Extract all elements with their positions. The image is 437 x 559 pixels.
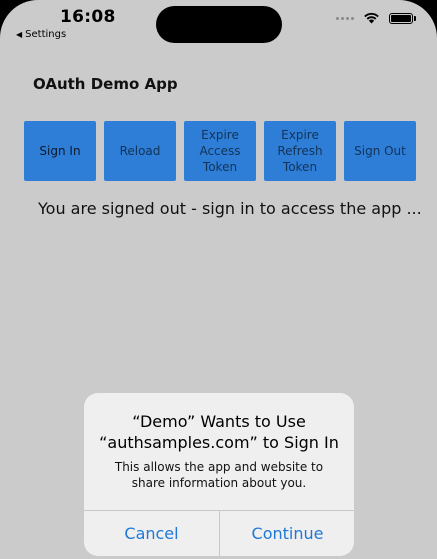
expire-refresh-token-button[interactable]: Expire Refresh Token [264,121,336,181]
dialog-message: This allows the app and website to share… [114,460,324,490]
status-icons [336,12,416,24]
app-title: OAuth Demo App [33,75,178,93]
sign-in-permission-dialog: “Demo” Wants to Use “authsamples.com” to… [84,393,354,556]
action-button-row: Sign In Reload Expire Access Token Expir… [24,121,416,181]
status-time: 16:08 [60,7,116,27]
back-triangle-icon: ◀ [16,29,23,39]
back-to-settings-link[interactable]: ◀ Settings [16,29,66,40]
phone-screen: 16:08 ◀ Settings OAuth Demo App Sign In … [0,0,437,559]
signed-out-message: You are signed out - sign in to access t… [38,199,422,218]
sign-out-button[interactable]: Sign Out [344,121,416,181]
battery-icon [389,12,416,24]
wifi-icon [364,12,379,24]
signal-dots-icon [336,16,354,20]
back-label: Settings [25,29,67,40]
continue-button[interactable]: Continue [220,511,354,556]
expire-access-token-button[interactable]: Expire Access Token [184,121,256,181]
status-bar: 16:08 ◀ Settings [0,0,437,46]
dynamic-island [156,6,282,43]
cancel-button[interactable]: Cancel [84,511,219,556]
sign-in-button[interactable]: Sign In [24,121,96,181]
reload-button[interactable]: Reload [104,121,176,181]
dialog-title: “Demo” Wants to Use “authsamples.com” to… [99,412,339,452]
